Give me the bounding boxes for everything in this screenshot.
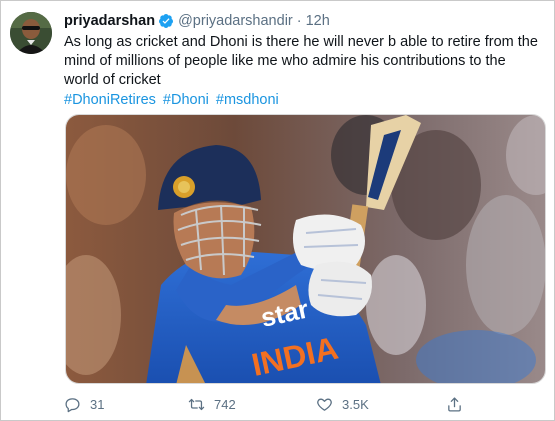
tweet-header: priyadarshan @priyadarshandir · 12h xyxy=(64,10,546,32)
tweet-content: priyadarshan @priyadarshandir · 12h As l… xyxy=(64,10,546,110)
hashtag-link[interactable]: #DhoniRetires xyxy=(64,92,156,108)
tweet-timestamp[interactable]: 12h xyxy=(306,13,330,29)
retweet-icon xyxy=(188,398,205,410)
reply-icon xyxy=(65,397,80,412)
author-avatar[interactable] xyxy=(10,12,52,54)
reply-count: 31 xyxy=(90,396,105,412)
like-button[interactable]: 3.5K xyxy=(316,393,369,415)
reply-button[interactable]: 31 xyxy=(64,393,104,415)
tweet-hashtags: #DhoniRetires #Dhoni #msdhoni xyxy=(64,91,546,110)
share-button[interactable] xyxy=(446,393,463,415)
tweet-text: As long as cricket and Dhoni is there he… xyxy=(64,34,538,88)
like-count: 3.5K xyxy=(342,396,369,412)
tweet-photo[interactable]: star INDIA xyxy=(65,114,546,384)
tweet-card[interactable]: priyadarshan @priyadarshandir · 12h As l… xyxy=(0,0,555,421)
author-handle[interactable]: @priyadarshandir xyxy=(178,13,293,29)
tweet-actions: 31 742 3.5K xyxy=(64,393,484,415)
heart-icon xyxy=(317,398,332,411)
verified-badge-icon xyxy=(158,13,174,29)
share-icon xyxy=(448,396,461,412)
author-name[interactable]: priyadarshan xyxy=(64,13,155,29)
hashtag-link[interactable]: #Dhoni xyxy=(163,92,209,108)
hashtag-link[interactable]: #msdhoni xyxy=(216,92,279,108)
retweet-count: 742 xyxy=(214,396,236,412)
retweet-button[interactable]: 742 xyxy=(188,393,236,415)
header-separator: · xyxy=(296,13,302,29)
